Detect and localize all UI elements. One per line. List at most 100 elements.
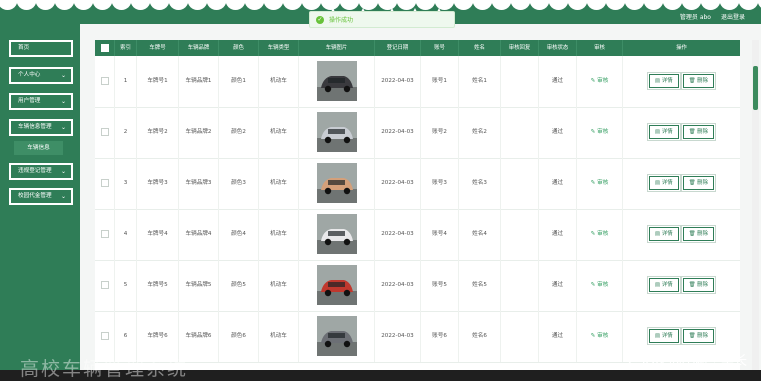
sidebar-item-vouchers[interactable]: 校园代金管理 ⌄ bbox=[9, 188, 73, 205]
review-button[interactable]: ✎ 审核 bbox=[591, 282, 609, 288]
scallop-shape bbox=[339, 0, 360, 10]
review-button[interactable]: ✎ 审核 bbox=[591, 78, 609, 84]
sidebar-item-users[interactable]: 用户管理 ⌄ bbox=[9, 93, 73, 110]
review-button[interactable]: ✎ 审核 bbox=[591, 180, 609, 186]
delete-button[interactable]: 🗑 删除 bbox=[680, 173, 716, 192]
cell-type: 机动车 bbox=[259, 158, 299, 209]
cell-brand: 车辆品牌4 bbox=[179, 209, 219, 260]
cell-plate: 车牌号4 bbox=[137, 209, 179, 260]
table-row[interactable]: 3 车牌号3 车辆品牌3 颜色3 机动车 2022-04-03 账号3 姓名3 通过 ✎ 审核 ▤ … bbox=[95, 158, 740, 210]
cell-type: 机动车 bbox=[259, 311, 299, 362]
cell-image bbox=[299, 311, 375, 362]
scallop-shape bbox=[0, 0, 18, 10]
cell-color: 颜色6 bbox=[219, 311, 259, 362]
scallop-shape bbox=[301, 0, 322, 10]
row-checkbox[interactable] bbox=[100, 331, 109, 340]
cell-brand: 车辆品牌1 bbox=[179, 56, 219, 107]
col-header: 审核状态 bbox=[539, 40, 577, 56]
cell-type: 机动车 bbox=[259, 209, 299, 260]
scallop-shape bbox=[396, 0, 417, 10]
table-row[interactable]: 5 车牌号5 车辆品牌5 颜色5 机动车 2022-04-03 账号5 姓名5 通过 ✎ 审核 ▤ … bbox=[95, 260, 740, 312]
delete-button[interactable]: 🗑 删除 bbox=[680, 122, 716, 141]
car-photo bbox=[316, 111, 357, 152]
row-checkbox[interactable] bbox=[100, 76, 109, 85]
detail-button[interactable]: ▤ 详情 bbox=[647, 275, 681, 294]
scallop-shape bbox=[548, 0, 569, 10]
cell-review: ✎ 审核 bbox=[577, 56, 623, 107]
cell-plate: 车牌号2 bbox=[137, 107, 179, 158]
delete-button[interactable]: 🗑 删除 bbox=[680, 224, 716, 243]
cell-plate: 车牌号3 bbox=[137, 158, 179, 209]
cell-idx: 4 bbox=[115, 209, 137, 260]
row-checkbox[interactable] bbox=[100, 280, 109, 289]
table-row[interactable]: 2 车牌号2 车辆品牌2 颜色2 机动车 2022-04-03 账号2 姓名2 通过 ✎ 审核 ▤ … bbox=[95, 107, 740, 159]
cell-status: 通过 bbox=[539, 311, 577, 362]
scallop-shape bbox=[111, 0, 132, 10]
scallop-shape bbox=[244, 0, 265, 10]
scallop-shape bbox=[757, 0, 761, 8]
car-photo bbox=[316, 60, 357, 101]
cell-actions: ▤ 详情 🗑 删除 bbox=[623, 260, 740, 311]
logout-link[interactable]: 退出登录 bbox=[721, 12, 745, 21]
select-cell bbox=[95, 209, 115, 260]
scallop-shape bbox=[453, 0, 474, 10]
cell-reply bbox=[501, 107, 539, 158]
cell-color: 颜色1 bbox=[219, 56, 259, 107]
cell-actions: ▤ 详情 🗑 删除 bbox=[623, 107, 740, 158]
review-button[interactable]: ✎ 审核 bbox=[591, 333, 609, 339]
cell-review: ✎ 审核 bbox=[577, 107, 623, 158]
scallop-shape bbox=[586, 0, 607, 10]
sidebar-item-home[interactable]: 首页 bbox=[9, 40, 73, 57]
cell-name: 姓名6 bbox=[459, 311, 501, 362]
table-row[interactable]: 1 车牌号1 车辆品牌1 颜色1 机动车 2022-04-03 账号1 姓名1 通过 ✎ 审核 ▤ … bbox=[95, 56, 740, 108]
cell-color: 颜色2 bbox=[219, 107, 259, 158]
scallop-shape bbox=[491, 0, 512, 10]
scallop-shape bbox=[130, 0, 151, 10]
col-header: 登记日期 bbox=[375, 40, 421, 56]
table-row[interactable]: 4 车牌号4 车辆品牌4 颜色4 机动车 2022-04-03 账号4 姓名4 通过 ✎ 审核 ▤ … bbox=[95, 209, 740, 261]
cell-type: 机动车 bbox=[259, 260, 299, 311]
detail-button[interactable]: ▤ 详情 bbox=[647, 326, 681, 345]
scallop-shape bbox=[415, 0, 436, 10]
cell-date: 2022-04-03 bbox=[375, 158, 421, 209]
col-header: 车辆品牌 bbox=[179, 40, 219, 56]
sidebar-item-profile[interactable]: 个人中心 ⌄ bbox=[9, 67, 73, 84]
detail-button[interactable]: ▤ 详情 bbox=[647, 224, 681, 243]
row-checkbox[interactable] bbox=[100, 178, 109, 187]
sidebar-item-label: 个人中心 bbox=[18, 72, 41, 78]
scallop-shape bbox=[263, 0, 284, 10]
chevron-down-icon: ⌄ bbox=[60, 72, 66, 79]
detail-button[interactable]: ▤ 详情 bbox=[647, 173, 681, 192]
row-checkbox[interactable] bbox=[100, 229, 109, 238]
sidebar-item-violations[interactable]: 违规登记管理 ⌄ bbox=[9, 163, 73, 180]
cell-color: 颜色3 bbox=[219, 158, 259, 209]
scallop-shape bbox=[567, 0, 588, 10]
review-button[interactable]: ✎ 审核 bbox=[591, 231, 609, 237]
scallop-shape bbox=[434, 0, 455, 10]
scrollbar-thumb[interactable] bbox=[753, 66, 758, 110]
scallop-shape bbox=[472, 0, 493, 10]
sidebar-item-vehicles[interactable]: 车辆信息管理 ⌄ bbox=[9, 119, 73, 136]
sidebar-item-label: 违规登记管理 bbox=[18, 168, 52, 174]
scallop-shape bbox=[719, 0, 740, 10]
cell-reply bbox=[501, 209, 539, 260]
table-header: 索引 车牌号 车辆品牌 颜色 车辆类型 车辆图片 登记日期 账号 姓名 审核回复… bbox=[95, 40, 740, 56]
select-all-cell bbox=[95, 40, 115, 56]
cell-review: ✎ 审核 bbox=[577, 158, 623, 209]
review-button[interactable]: ✎ 审核 bbox=[591, 129, 609, 135]
cell-account: 账号5 bbox=[421, 260, 459, 311]
row-checkbox[interactable] bbox=[100, 127, 109, 136]
cell-review: ✎ 审核 bbox=[577, 311, 623, 362]
sidebar-subitem-vehicle-info[interactable]: 车辆信息 bbox=[14, 141, 63, 155]
detail-button[interactable]: ▤ 详情 bbox=[647, 122, 681, 141]
delete-button[interactable]: 🗑 删除 bbox=[680, 71, 716, 90]
success-toast: ✓ 操作成功 bbox=[309, 11, 455, 28]
delete-button[interactable]: 🗑 删除 bbox=[680, 275, 716, 294]
detail-button[interactable]: ▤ 详情 bbox=[647, 71, 681, 90]
scallop-shape bbox=[510, 0, 531, 10]
select-all-checkbox[interactable] bbox=[100, 43, 109, 52]
cell-image bbox=[299, 260, 375, 311]
cell-reply bbox=[501, 56, 539, 107]
watermark: CSDN @小阿杰学长 bbox=[627, 354, 747, 369]
delete-button[interactable]: 🗑 删除 bbox=[680, 326, 716, 345]
